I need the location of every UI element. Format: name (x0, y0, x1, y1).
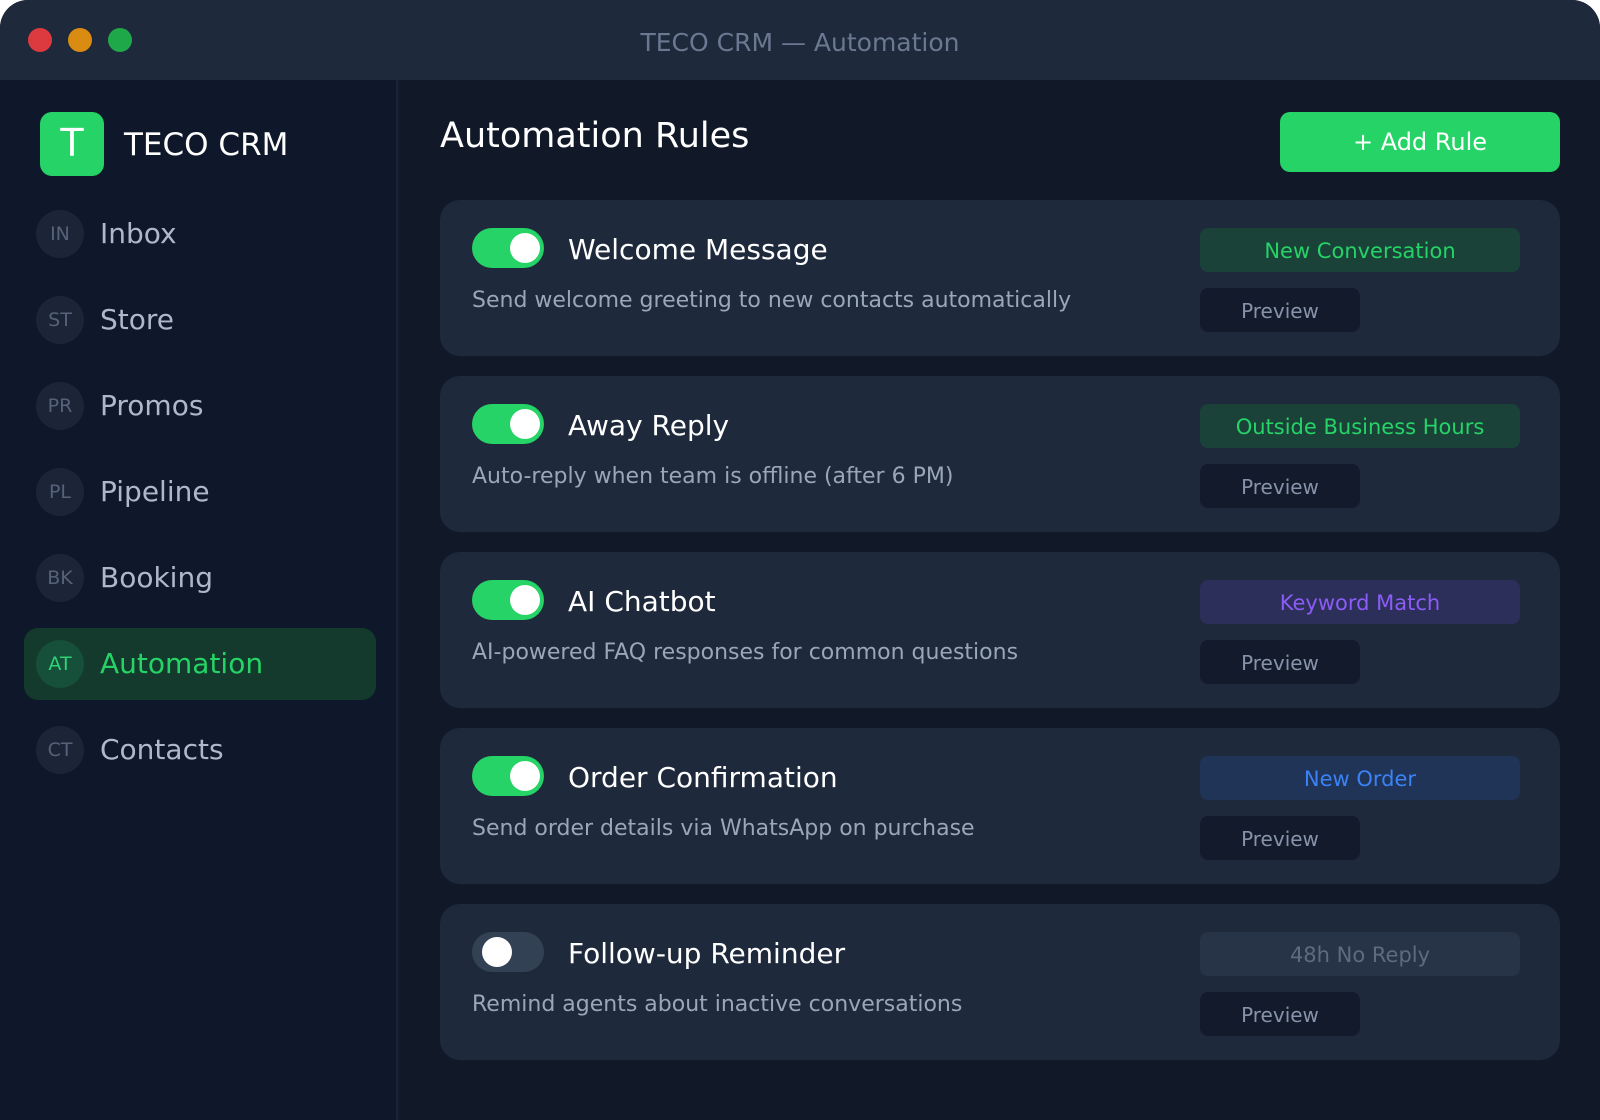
toggle-knob (510, 585, 540, 615)
rule-card: Welcome Message Send welcome greeting to … (440, 200, 1560, 356)
sidebar-item-inbox[interactable]: IN Inbox (24, 198, 376, 270)
rule-toggle[interactable] (472, 756, 544, 796)
nav-badge: CT (36, 726, 84, 774)
rule-card: AI Chatbot AI-powered FAQ responses for c… (440, 552, 1560, 708)
rule-name: Follow-up Reminder (568, 937, 846, 970)
brand-logo: T (40, 112, 104, 176)
rule-card: Order Confirmation Send order details via… (440, 728, 1560, 884)
preview-button[interactable]: Preview (1200, 288, 1360, 332)
rule-description: Send order details via WhatsApp on purch… (472, 816, 975, 841)
rule-card: Follow-up Reminder Remind agents about in… (440, 904, 1560, 1060)
trigger-badge: New Order (1200, 756, 1520, 800)
add-rule-button[interactable]: + Add Rule (1280, 112, 1560, 172)
rule-toggle[interactable] (472, 228, 544, 268)
sidebar-item-label: Inbox (100, 217, 177, 250)
preview-button[interactable]: Preview (1200, 464, 1360, 508)
rule-name: Welcome Message (568, 233, 828, 266)
title-bar: TECO CRM — Automation (0, 0, 1600, 80)
nav-badge: PL (36, 468, 84, 516)
sidebar-item-pipeline[interactable]: PL Pipeline (24, 456, 376, 528)
sidebar-item-label: Automation (100, 647, 264, 680)
toggle-knob (510, 409, 540, 439)
nav-badge: IN (36, 210, 84, 258)
trigger-badge: 48h No Reply (1200, 932, 1520, 976)
toggle-knob (482, 937, 512, 967)
sidebar-item-store[interactable]: ST Store (24, 284, 376, 356)
sidebar-item-contacts[interactable]: CT Contacts (24, 714, 376, 786)
sidebar-item-automation[interactable]: AT Automation (24, 628, 376, 700)
main-content: Automation Rules + Add Rule Welcome Mess… (400, 80, 1600, 1120)
rule-description: AI-powered FAQ responses for common ques… (472, 640, 1019, 665)
sidebar-item-label: Booking (100, 561, 213, 594)
window-title: TECO CRM — Automation (640, 28, 960, 57)
nav-badge: AT (36, 640, 84, 688)
rule-name: AI Chatbot (568, 585, 716, 618)
rule-description: Send welcome greeting to new contacts au… (472, 288, 1072, 313)
preview-button[interactable]: Preview (1200, 816, 1360, 860)
sidebar-item-label: Store (100, 303, 175, 336)
rule-toggle[interactable] (472, 580, 544, 620)
sidebar-item-label: Pipeline (100, 475, 210, 508)
brand-name: TECO CRM (124, 127, 289, 163)
sidebar-item-label: Promos (100, 389, 204, 422)
nav-badge: PR (36, 382, 84, 430)
trigger-badge: Keyword Match (1200, 580, 1520, 624)
nav-badge: BK (36, 554, 84, 602)
preview-button[interactable]: Preview (1200, 640, 1360, 684)
sidebar-item-booking[interactable]: BK Booking (24, 542, 376, 614)
preview-button[interactable]: Preview (1200, 992, 1360, 1036)
app-window: TECO CRM — Automation T TECO CRM IN Inbox… (0, 0, 1600, 1120)
toggle-knob (510, 233, 540, 263)
rule-name: Order Confirmation (568, 761, 838, 794)
rule-description: Auto-reply when team is offline (after 6… (472, 464, 954, 489)
page-title: Automation Rules (440, 116, 750, 156)
sidebar-item-promos[interactable]: PR Promos (24, 370, 376, 442)
rule-name: Away Reply (568, 409, 730, 442)
rule-description: Remind agents about inactive conversatio… (472, 992, 963, 1017)
trigger-badge: New Conversation (1200, 228, 1520, 272)
nav-badge: ST (36, 296, 84, 344)
sidebar: T TECO CRM IN Inbox ST Store PR Promos PL Pipel… (0, 80, 398, 1120)
rule-card: Away Reply Auto-reply when team is offlin… (440, 376, 1560, 532)
sidebar-item-label: Contacts (100, 733, 224, 766)
toggle-knob (510, 761, 540, 791)
rule-toggle[interactable] (472, 932, 544, 972)
trigger-badge: Outside Business Hours (1200, 404, 1520, 448)
rule-toggle[interactable] (472, 404, 544, 444)
